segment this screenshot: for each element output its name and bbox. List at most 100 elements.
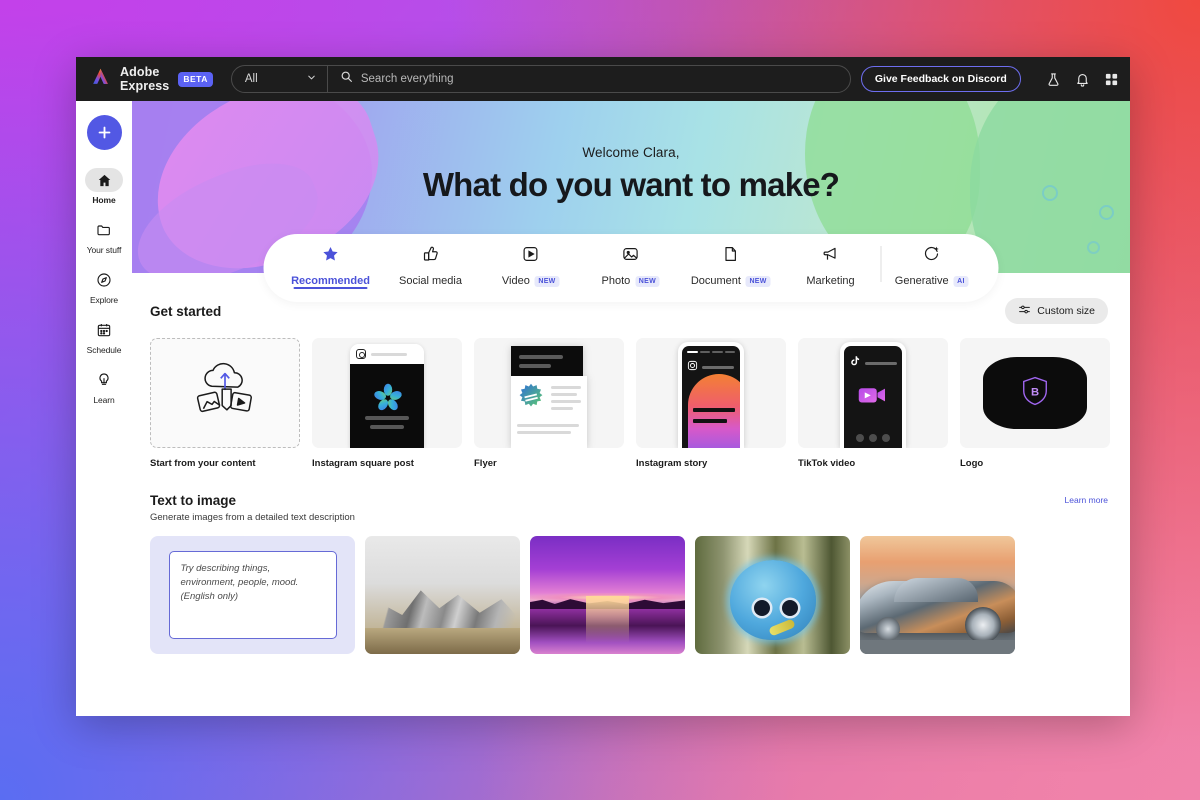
dot: [882, 434, 890, 442]
card-label: TikTok video: [798, 458, 856, 469]
tab-video[interactable]: Video NEW: [481, 234, 581, 302]
top-bar: Adobe Express BETA All Search everything…: [76, 57, 1130, 101]
megaphone-icon: [822, 245, 840, 268]
instagram-post-header: [350, 344, 424, 364]
scroll-region[interactable]: Get started Custom size Start from your …: [132, 273, 1130, 716]
placeholder-line: [365, 416, 409, 420]
adobe-express-logo-icon: [90, 66, 111, 92]
play-icon: [522, 245, 540, 268]
card-logo[interactable]: B Logo: [960, 338, 1110, 469]
tab-badge-new: NEW: [635, 275, 660, 287]
brand-name: Adobe Express: [120, 65, 170, 93]
tab-photo[interactable]: Photo NEW: [581, 234, 681, 302]
card-tiktok-video[interactable]: TikTok video: [798, 338, 948, 469]
tiktok-author-row: [844, 346, 902, 372]
card-thumbnail: B: [960, 338, 1110, 448]
search-bar[interactable]: All Search everything: [230, 65, 851, 93]
search-scope-select[interactable]: All: [232, 66, 327, 92]
hero-text-block: Welcome Clara, What do you want to make?: [132, 145, 1130, 204]
sample-image-futuristic-silver-car[interactable]: [860, 536, 1015, 654]
custom-size-button[interactable]: Custom size: [1005, 298, 1108, 324]
tab-marketing-row: Marketing: [806, 275, 854, 287]
apps-grid-icon[interactable]: [1102, 70, 1121, 89]
instagram-avatar-icon: [356, 349, 366, 359]
tiktok-video-mock: [840, 342, 906, 448]
tab-document[interactable]: Document NEW: [681, 234, 781, 302]
story-screen: [682, 346, 740, 448]
story-bar: [724, 351, 735, 353]
sparkle-camera-icon: [923, 245, 941, 268]
sample-image-black-and-white-mountains[interactable]: [365, 536, 520, 654]
give-feedback-button[interactable]: Give Feedback on Discord: [860, 66, 1021, 92]
story-progress-bars: [682, 346, 740, 353]
placeholder-line: [371, 352, 407, 356]
search-icon: [340, 70, 353, 88]
welcome-message: Welcome Clara,: [582, 145, 680, 160]
placeholder-line: [551, 407, 573, 410]
story-bar: [687, 351, 698, 353]
page-title: What do you want to make?: [422, 166, 840, 203]
home-icon: [85, 168, 123, 192]
prompt-card[interactable]: Try describing things, environment, peop…: [150, 536, 355, 654]
folder-icon: [85, 218, 123, 242]
tab-recommended[interactable]: Recommended: [281, 234, 381, 302]
placeholder-line: [517, 431, 571, 434]
create-new-button[interactable]: [86, 115, 122, 150]
text-to-image-title: Text to image: [150, 493, 237, 508]
text-to-image-header: Text to image Generate images from a det…: [132, 493, 1130, 523]
sidebar-item-home[interactable]: Home: [78, 165, 130, 212]
flask-icon[interactable]: [1044, 70, 1063, 89]
flyer-body: [511, 376, 587, 448]
tab-social-media[interactable]: Social media: [381, 234, 481, 302]
tab-recommended-row: Recommended: [291, 275, 370, 287]
card-instagram-square-post[interactable]: Instagram square post: [312, 338, 462, 469]
beta-badge: BETA: [178, 71, 213, 87]
story-bar: [699, 351, 710, 353]
card-start-from-your-content[interactable]: Start from your content: [150, 338, 300, 469]
tiktok-dots: [844, 434, 902, 442]
placeholder-line: [370, 425, 404, 429]
search-input[interactable]: Search everything: [328, 70, 850, 88]
compass-icon: [85, 268, 123, 292]
tab-label: Generative: [894, 275, 949, 287]
placeholder-line: [517, 424, 579, 427]
card-thumbnail: [312, 338, 462, 448]
text-to-image-subtitle: Generate images from a detailed text des…: [150, 512, 355, 523]
card-thumbnail: [474, 338, 624, 448]
tab-marketing[interactable]: Marketing: [781, 234, 881, 302]
shield-b-icon: B: [1022, 376, 1048, 411]
flyer-mock: [511, 346, 587, 448]
chevron-down-icon: [306, 72, 317, 86]
top-icon-group: ?: [1044, 69, 1130, 90]
category-tab-bar: Recommended Social media Video NEW Photo…: [263, 234, 999, 302]
tab-label: Video: [501, 275, 530, 287]
sidebar-label-learn: Learn: [93, 395, 115, 405]
sidebar-label-explore: Explore: [89, 295, 119, 305]
sidebar-item-learn[interactable]: Learn: [78, 365, 130, 412]
card-label: Instagram story: [636, 458, 708, 469]
tiktok-icon: [849, 354, 861, 372]
star-icon: [322, 245, 340, 268]
page-icon: [722, 245, 740, 268]
sample-image-blue-fluffy-creature[interactable]: [695, 536, 850, 654]
card-instagram-story[interactable]: Instagram story: [636, 338, 786, 469]
sidebar-item-explore[interactable]: Explore: [78, 265, 130, 312]
tab-social-media-row: Social media: [399, 275, 462, 287]
story-subhead-bar: [693, 419, 727, 423]
search-scope-value: All: [244, 73, 258, 85]
bell-icon[interactable]: [1073, 70, 1092, 89]
sample-image-purple-sunset-lake[interactable]: [530, 536, 685, 654]
tab-video-row: Video NEW: [501, 275, 560, 287]
tab-badge-ai: AI: [953, 275, 969, 287]
tab-label: Social media: [399, 275, 462, 287]
prompt-input[interactable]: Try describing things, environment, peop…: [168, 551, 337, 639]
brand[interactable]: Adobe Express BETA: [86, 65, 213, 93]
sidebar-item-your-stuff[interactable]: Your stuff: [78, 215, 130, 262]
svg-text:B: B: [1031, 386, 1039, 398]
tab-badge-new: NEW: [745, 275, 771, 287]
card-flyer[interactable]: Flyer: [474, 338, 624, 469]
learn-more-link[interactable]: Learn more: [1065, 495, 1108, 505]
tab-document-row: Document NEW: [691, 275, 771, 287]
tab-generative[interactable]: Generative AI: [882, 234, 982, 302]
sidebar-item-schedule[interactable]: Schedule: [78, 315, 130, 362]
